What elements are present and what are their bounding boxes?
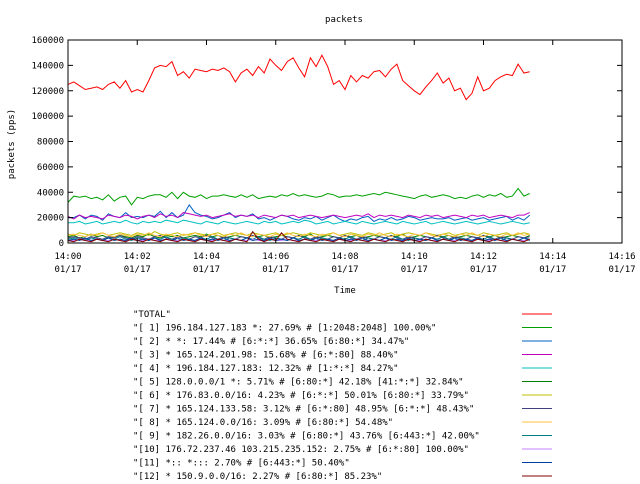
legend-label-1: "[ 1] 196.184.127.183 *: 27.69% # [1:204… [133,324,436,334]
legend-label-10: "[10] 176.72.237.46 103.215.235.152: 2.7… [133,445,469,455]
x-tick-label-time-4: 14:08 [331,252,358,262]
x-tick-label-date-3: 01/17 [262,265,289,275]
legend-label-8: "[ 8] * 165.124.0.0/16: 3.09% # [6:80:*]… [133,418,393,428]
series-line-5 [67,233,530,239]
x-tick-label-time-2: 14:04 [193,252,220,262]
y-tick-label-2: 40000 [37,188,64,198]
series-line-6 [67,231,530,236]
x-tick-label-date-1: 01/17 [124,265,151,275]
x-tick-label-date-5: 01/17 [401,265,428,275]
legend-label-4: "[ 4] * 196.184.127.183: 12.32% # [1:*:*… [133,364,399,374]
plot-series [67,54,531,243]
y-tick-label-0: 0 [59,239,64,249]
series-line-4 [68,219,530,225]
y-axis-label: packets (pps) [7,109,17,179]
legend-label-12: "[12] * 150.9.0.0/16: 2.27% # [6:80:*] 8… [133,472,382,480]
plot-frame [67,39,623,244]
x-tick-label-time-6: 14:12 [470,252,497,262]
x-tick-label-date-6: 01/17 [470,265,497,275]
legend-label-9: "[ 9] * 182.26.0.0/16: 3.03% # [6:80:*] … [133,432,480,442]
legend-label-5: "[ 5] 128.0.0.0/1 *: 5.71% # [6:80:*] 42… [133,378,464,388]
y-tick-label-6: 120000 [31,87,64,97]
x-tick-label-date-0: 01/17 [54,265,81,275]
chart-title: packets [325,15,363,25]
legend-label-0: "TOTAL" [133,310,171,320]
y-tick-label-4: 80000 [37,138,64,148]
series-line-0 [67,54,530,101]
legend-label-7: "[ 7] * 165.124.133.58: 3.12% # [6:*:80]… [133,405,474,415]
x-tick-label-time-8: 14:16 [608,252,635,262]
series-line-8 [67,232,530,238]
chart-container: packets packets (pps) Time 0 20000 40000 60… [0,0,640,482]
x-tick-label-time-5: 14:10 [401,252,428,262]
legend-label-11: "[11] *:: *::: 2.70% # [6:443:*] 50.40%" [133,459,350,469]
y-tick-label-3: 60000 [37,163,64,173]
legend: "TOTAL" "[ 1] 196.184.127.183 *: 27.69% #… [133,310,552,482]
legend-label-6: "[ 6] * 176.83.0.0/16: 4.23% # [6:*:*] 5… [133,391,469,401]
x-tick-label-time-7: 14:14 [539,252,566,262]
x-axis-label: Time [334,286,356,296]
series-line-1 [67,187,530,206]
x-tick-label-date-2: 01/17 [193,265,220,275]
chart-svg: packets packets (pps) Time 0 20000 40000 60… [7,15,636,482]
x-tick-label-date-8: 01/17 [608,265,635,275]
y-tick-label-7: 140000 [31,61,64,71]
x-tick-label-time-3: 14:06 [262,252,289,262]
y-tick-label-5: 100000 [31,112,64,122]
x-tick-label-time-0: 14:00 [54,252,81,262]
y-tick-label-1: 20000 [37,214,64,224]
x-tick-label-date-4: 01/17 [331,265,358,275]
x-tick-label-time-1: 14:02 [124,252,151,262]
legend-label-3: "[ 3] * 165.124.201.98: 15.68% # [6:*:80… [133,351,399,361]
x-tick-label-date-7: 01/17 [539,265,566,275]
series-line-3 [67,212,530,220]
legend-label-2: "[ 2] * *: 17.44% # [6:*:*] 36.65% [6:80… [133,337,409,347]
y-tick-label-8: 160000 [31,36,64,46]
